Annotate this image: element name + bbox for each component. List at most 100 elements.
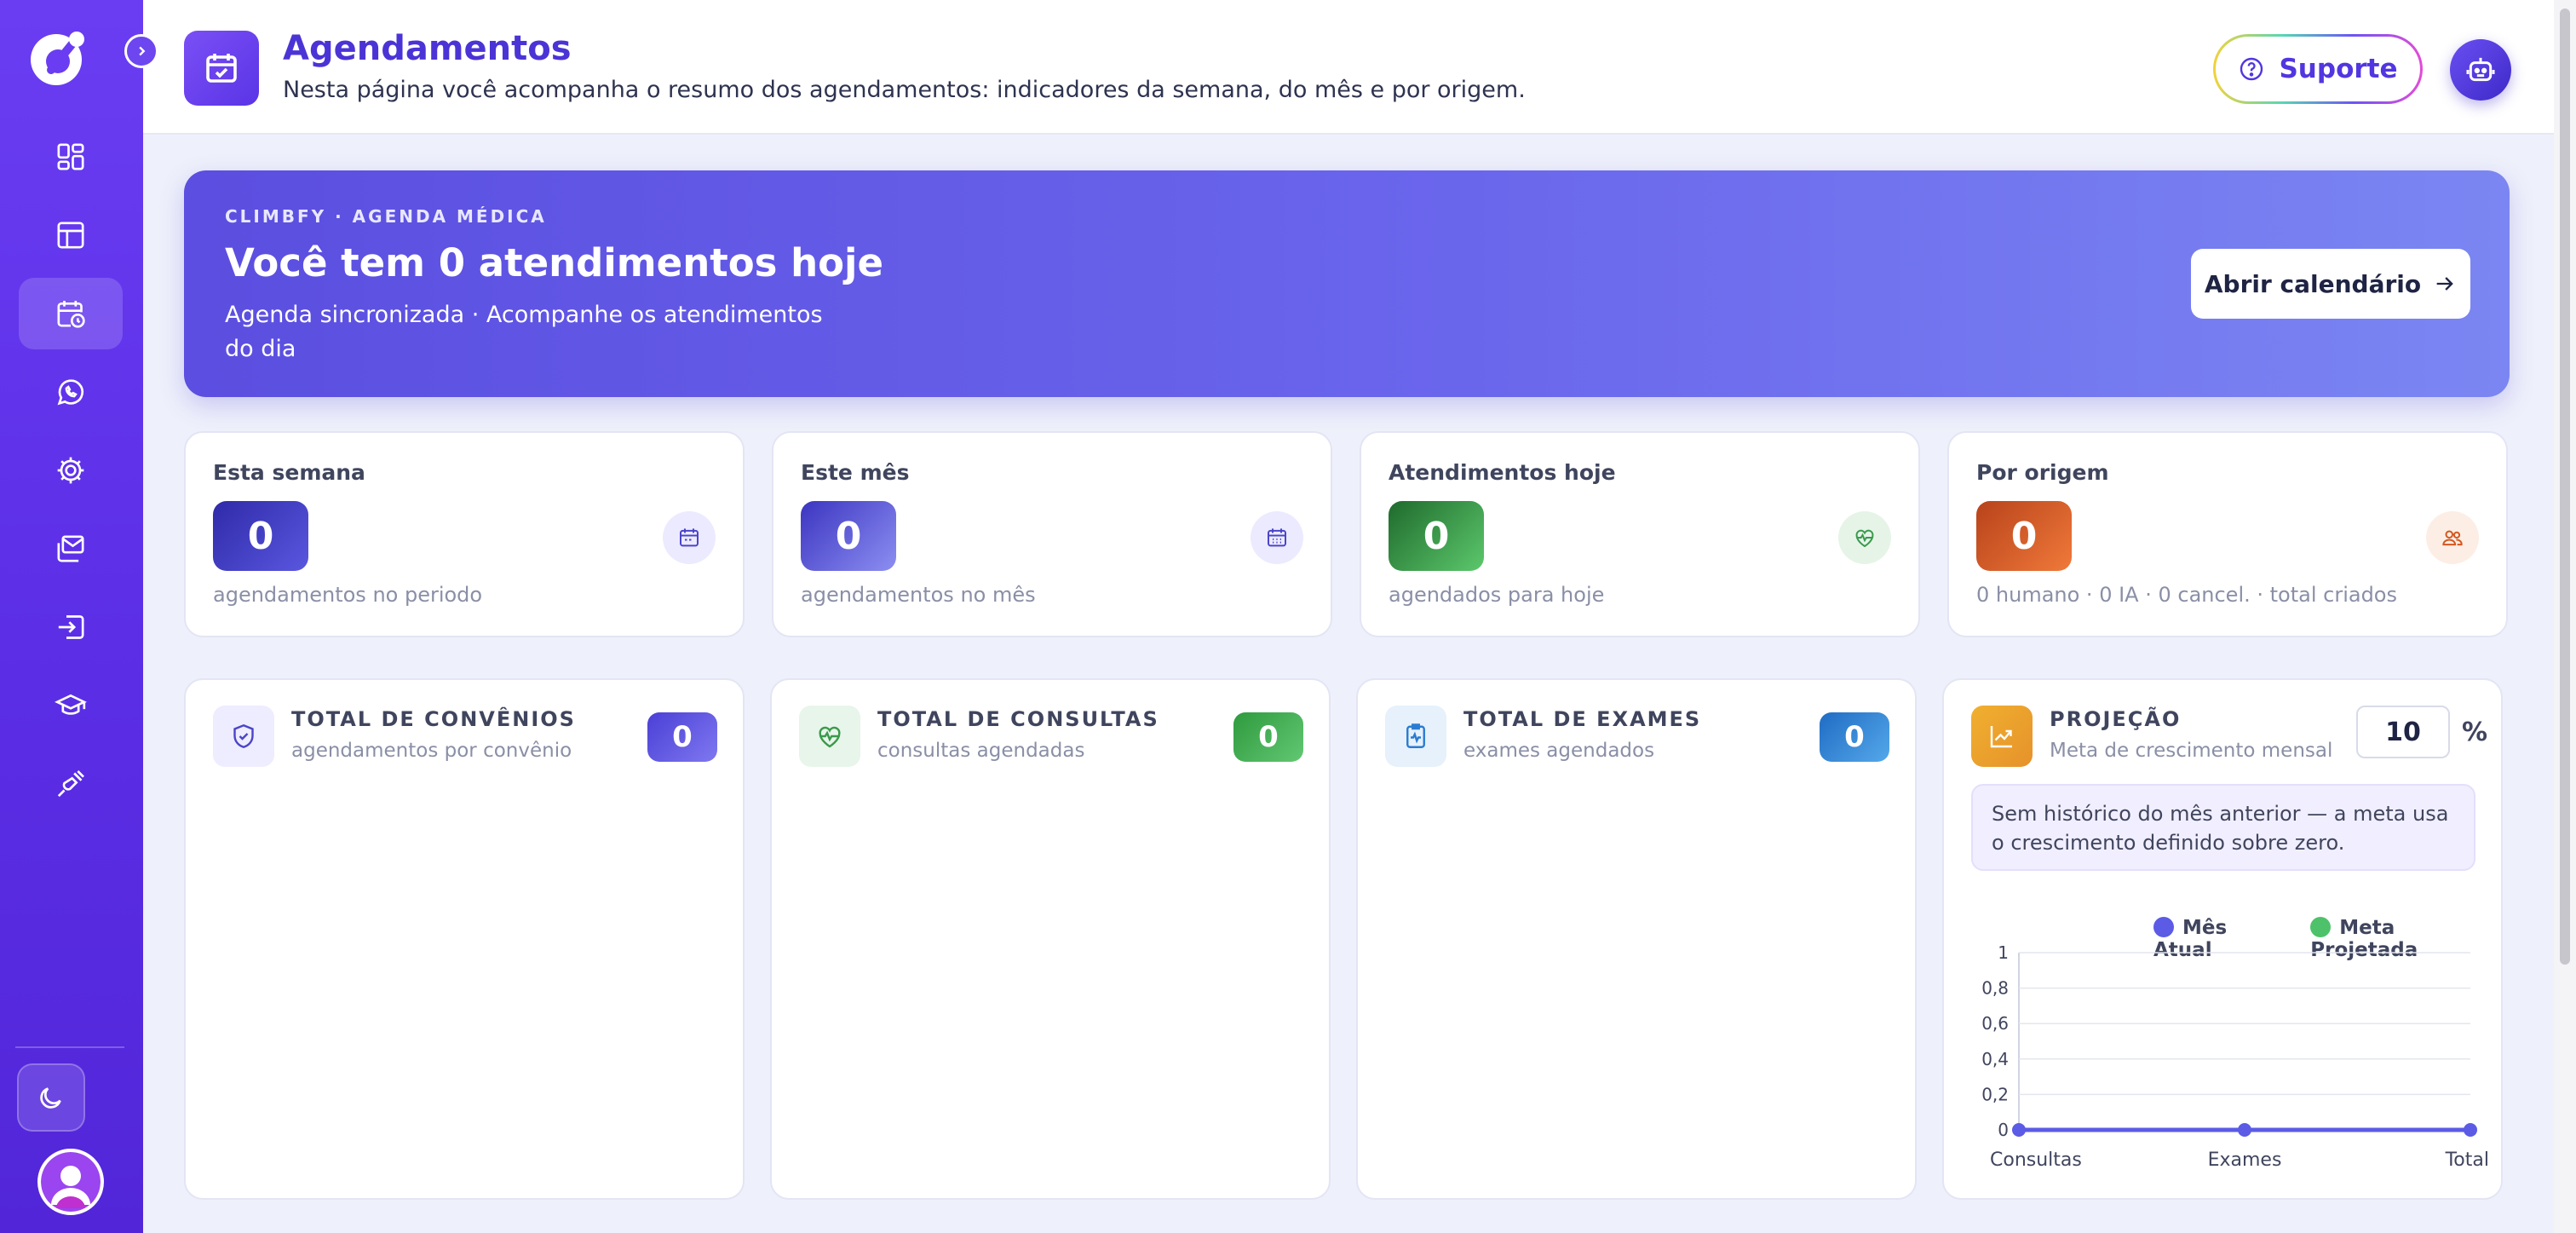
support-button[interactable]: Suporte <box>2213 34 2423 104</box>
page-scrollbar[interactable] <box>2554 0 2576 1233</box>
heart-pulse-icon <box>799 706 860 767</box>
page-title: Agendamentos <box>283 29 572 68</box>
sidebar-item-agendamentos[interactable] <box>19 278 123 349</box>
data-point <box>2012 1123 2026 1137</box>
calendar-grid-icon <box>1251 511 1303 564</box>
sidebar-item-mail[interactable] <box>19 513 123 585</box>
stat-value: 0 <box>1976 501 2072 571</box>
stat-foot: agendamentos no mês <box>801 583 1036 607</box>
y-tick-label: 0 <box>1998 1120 2009 1140</box>
legend-swatch <box>2153 917 2174 937</box>
sidebar-collapse-button[interactable] <box>124 34 158 68</box>
stat-card-week: Esta semana 0 agendamentos no periodo <box>184 431 745 637</box>
data-point <box>2238 1123 2251 1137</box>
stat-value: 0 <box>1389 501 1484 571</box>
sidebar-item-integrations[interactable] <box>19 748 123 820</box>
moon-icon <box>40 1087 61 1109</box>
x-tick-label: Exames <box>2208 1149 2282 1171</box>
scrollbar-thumb[interactable] <box>2560 9 2570 965</box>
growth-goal-input[interactable]: 10 <box>2356 706 2450 758</box>
graduation-cap-icon <box>55 694 87 715</box>
clipboard-pulse-icon <box>1385 706 1446 767</box>
stat-card-month: Este mês 0 agendamentos no mês <box>772 431 1332 637</box>
sidebar-divider <box>15 1046 124 1048</box>
plug-icon <box>57 770 84 798</box>
data-point <box>2464 1123 2477 1137</box>
open-calendar-button[interactable]: Abrir calendário <box>2191 249 2470 319</box>
layout-icon <box>57 222 84 249</box>
app-logo[interactable] <box>26 27 89 90</box>
stat-foot: agendamentos no periodo <box>213 583 483 607</box>
card-subtitle: consultas agendadas <box>877 740 1085 762</box>
calendar-icon <box>663 511 716 564</box>
card-title: PROJEÇÃO <box>2050 707 2182 731</box>
chevron-right-icon <box>139 46 146 56</box>
whatsapp-icon <box>57 379 83 406</box>
sidebar-item-whatsapp[interactable] <box>19 356 123 428</box>
stat-label: Este mês <box>801 460 910 485</box>
shield-check-icon <box>213 706 274 767</box>
trending-up-icon <box>1971 706 2033 767</box>
gear-icon <box>57 457 84 484</box>
card-subtitle: exames agendados <box>1463 740 1655 762</box>
stat-value: 0 <box>213 501 308 571</box>
mail-icon <box>57 535 84 562</box>
card-consultas: TOTAL DE CONSULTAS consultas agendadas 0 <box>770 678 1331 1200</box>
calendar-clock-icon <box>57 301 85 328</box>
stat-label: Por origem <box>1976 460 2109 485</box>
stat-foot: agendados para hoje <box>1389 583 1605 607</box>
dashboard-icon <box>57 143 84 170</box>
avatar[interactable] <box>37 1149 104 1215</box>
legend-swatch <box>2310 917 2332 937</box>
growth-goal-unit: % <box>2462 717 2488 747</box>
y-tick-label: 0,4 <box>1981 1049 2009 1069</box>
users-icon <box>2426 511 2479 564</box>
support-button-label: Suporte <box>2279 54 2398 84</box>
login-icon <box>58 615 84 639</box>
sidebar-item-settings[interactable] <box>19 435 123 506</box>
projection-chart: 0 0,2 0,4 0,6 0,8 1 Consultas Exames Total <box>1981 942 2489 1171</box>
y-tick-label: 0,6 <box>1981 1013 2009 1034</box>
bot-icon <box>2466 57 2495 82</box>
y-tick-label: 0,8 <box>1981 978 2009 999</box>
x-tick-label: Consultas <box>1990 1149 2082 1171</box>
x-tick-label: Total <box>2445 1149 2489 1171</box>
y-tick-label: 1 <box>1998 942 2009 963</box>
card-badge: 0 <box>1820 712 1889 762</box>
theme-toggle-button[interactable] <box>17 1063 85 1132</box>
card-projecao: PROJEÇÃO Meta de crescimento mensal 10 %… <box>1942 678 2503 1200</box>
stat-label: Atendimentos hoje <box>1389 460 1616 485</box>
sidebar-item-dashboard[interactable] <box>19 121 123 193</box>
hero-text: Agenda sincronizada · Acompanhe os atend… <box>225 302 823 362</box>
hero-title: Você tem 0 atendimentos hoje <box>225 240 883 285</box>
help-circle-icon <box>2240 57 2263 81</box>
card-badge: 0 <box>1233 712 1303 762</box>
card-subtitle: agendamentos por convênio <box>291 740 572 762</box>
sidebar-item-courses[interactable] <box>19 670 123 741</box>
stat-card-origin: Por origem 0 0 humano · 0 IA · 0 cancel.… <box>1947 431 2508 637</box>
hero-banner: CLIMBFY · AGENDA MÉDICA Você tem 0 atend… <box>184 170 2510 397</box>
card-title: TOTAL DE CONSULTAS <box>877 707 1159 731</box>
assistant-bot-button[interactable] <box>2450 39 2511 101</box>
card-title: TOTAL DE CONVÊNIOS <box>291 707 576 731</box>
card-subtitle: Meta de crescimento mensal <box>2050 740 2333 762</box>
sidebar-item-login[interactable] <box>19 591 123 663</box>
page-subtitle: Nesta página você acompanha o resumo dos… <box>283 77 1526 103</box>
stat-foot: 0 humano · 0 IA · 0 cancel. · total cria… <box>1976 583 2397 607</box>
card-convenios: TOTAL DE CONVÊNIOS agendamentos por conv… <box>184 678 745 1200</box>
card-badge: 0 <box>647 712 717 762</box>
y-tick-label: 0,2 <box>1981 1084 2009 1104</box>
stat-card-today: Atendimentos hoje 0 agendados para hoje <box>1360 431 1920 637</box>
card-exames: TOTAL DE EXAMES exames agendados 0 <box>1356 678 1917 1200</box>
stat-label: Esta semana <box>213 460 365 485</box>
hero-kicker: CLIMBFY · AGENDA MÉDICA <box>225 206 547 227</box>
sidebar-item-layout[interactable] <box>19 199 123 271</box>
arrow-right-icon <box>2436 277 2453 291</box>
open-calendar-label: Abrir calendário <box>2204 269 2422 298</box>
page-header: Agendamentos Nesta página você acompanha… <box>143 0 2554 135</box>
sidebar <box>0 0 143 1233</box>
calendar-check-icon <box>184 31 259 106</box>
card-title: TOTAL DE EXAMES <box>1463 707 1702 731</box>
stat-value: 0 <box>801 501 896 571</box>
projection-note: Sem histórico do mês anterior — a meta u… <box>1971 784 2475 871</box>
